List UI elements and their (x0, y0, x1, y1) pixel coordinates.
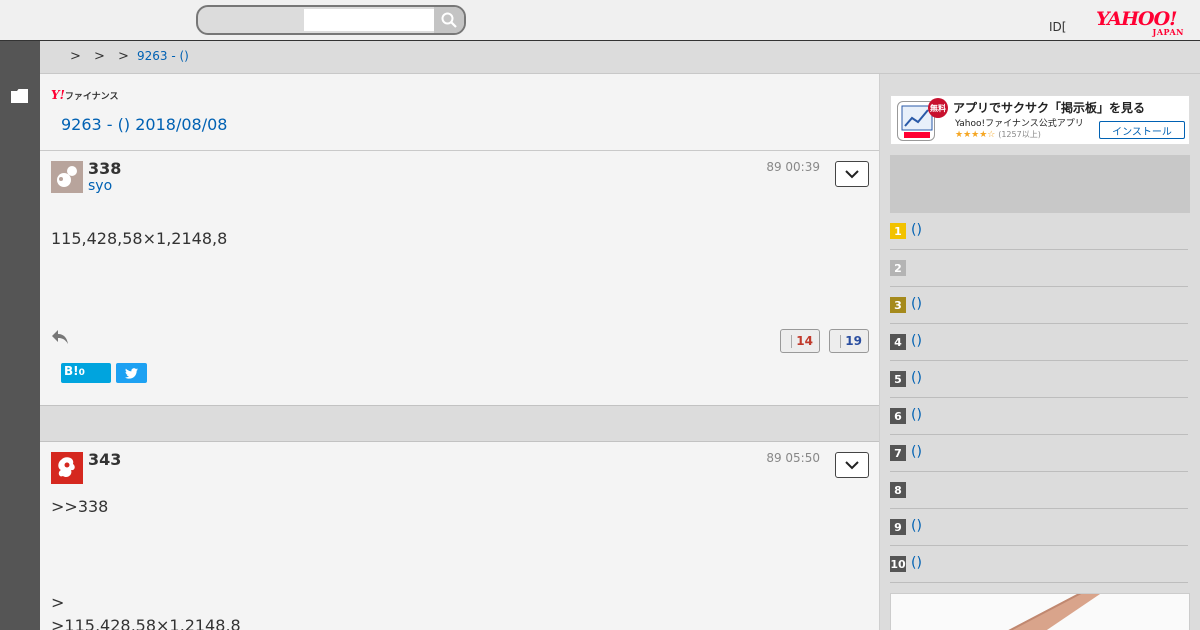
ranking-item[interactable]: 2 (890, 250, 1188, 287)
ranking-item[interactable]: 10 () (890, 546, 1188, 583)
finance-logo-text: ファイナンス (64, 92, 119, 102)
search-icon (441, 12, 457, 28)
search-input[interactable] (304, 9, 434, 31)
post-menu-button[interactable] (835, 161, 869, 187)
like-count: 14 (796, 334, 813, 348)
ranking-number-badge: 10 (890, 556, 906, 572)
app-banner-title: アプリでサクサク「掲示板」を見る (953, 101, 1146, 115)
divider (40, 150, 879, 151)
board-title[interactable]: 9263 - () 2018/08/08 (61, 115, 227, 134)
post-separator (40, 405, 879, 442)
ranking-item[interactable]: 6 () (890, 398, 1188, 435)
ranking-number-badge: 6 (890, 408, 906, 424)
search-button[interactable] (434, 7, 464, 33)
ad-image[interactable] (890, 593, 1190, 630)
ranking-number-badge: 2 (890, 260, 906, 276)
search-box (196, 5, 466, 35)
like-button[interactable]: 14 (780, 329, 820, 353)
ranking-label[interactable]: () (911, 407, 922, 423)
ranking-number-badge: 9 (890, 519, 906, 535)
post-body: 115,428,58×1,2148,8 (51, 229, 228, 248)
post-timestamp: 89 05:50 (766, 451, 820, 465)
ranking-number-badge: 7 (890, 445, 906, 461)
ranking-list: 1 () 2 3 () 4 () 5 () 6 () 7 () 8 9 () 10 () (890, 213, 1188, 583)
tweet-button[interactable] (116, 363, 147, 383)
post-menu-button[interactable] (835, 452, 869, 478)
ranking-item[interactable]: 7 () (890, 435, 1188, 472)
finance-logo[interactable]: Y!ファイナンス (51, 88, 118, 102)
breadcrumb-separator: > (70, 49, 81, 64)
post-number: 343 (88, 450, 122, 469)
breadcrumb-current[interactable]: 9263 - () (137, 49, 189, 63)
quote-marker: > (51, 593, 65, 612)
post-timestamp: 89 00:39 (766, 160, 820, 174)
hatena-count: 0 (78, 368, 85, 378)
main-content: Y!ファイナンス 9263 - () 2018/08/08 338 syo 89… (40, 74, 880, 630)
install-button[interactable]: インストール (1099, 121, 1185, 139)
ranking-number-badge: 3 (890, 297, 906, 313)
ranking-number-badge: 4 (890, 334, 906, 350)
ranking-label[interactable]: () (911, 333, 922, 349)
breadcrumb-separator: > (94, 49, 105, 64)
app-promo-banner[interactable]: 無料 アプリでサクサク「掲示板」を見る Yahoo!ファイナンス公式アプリ ★★… (890, 95, 1190, 145)
ranking-item[interactable]: 1 () (890, 213, 1188, 250)
breadcrumb-separator: > (118, 49, 129, 64)
ranking-label[interactable]: () (911, 518, 922, 534)
logo-sub-text: JAPAN (1152, 27, 1184, 37)
ranking-number-badge: 5 (890, 371, 906, 387)
hatena-label: B! (64, 364, 79, 378)
finance-logo-mark: Y! (51, 88, 65, 102)
post-username[interactable]: syo (88, 178, 112, 194)
ranking-label[interactable]: () (911, 370, 922, 386)
chevron-down-icon (845, 460, 859, 469)
yahoo-japan-logo[interactable]: YAHOO! JAPAN (1096, 10, 1188, 38)
top-header: ID[ YAHOO! JAPAN (0, 0, 1200, 41)
ranking-label[interactable]: () (911, 296, 922, 312)
twitter-icon (125, 367, 138, 379)
post-body[interactable]: >>338 (51, 497, 108, 516)
post-number: 338 (88, 159, 122, 178)
folder-icon[interactable] (11, 89, 28, 103)
ranking-label[interactable]: () (911, 444, 922, 460)
dislike-button[interactable]: 19 (829, 329, 869, 353)
left-rail (0, 41, 40, 630)
free-badge: 無料 (928, 98, 948, 118)
arm-image (1008, 594, 1101, 630)
star-rating-icon: ★★★★☆ (955, 130, 996, 140)
ranking-number-badge: 1 (890, 223, 906, 239)
ranking-number-badge: 8 (890, 482, 906, 498)
review-count: (1257以上) (998, 130, 1041, 139)
ranking-item[interactable]: 4 () (890, 324, 1188, 361)
app-banner-subtitle: Yahoo!ファイナンス公式アプリ (955, 119, 1084, 129)
hatena-bookmark-button[interactable]: B!0 (61, 363, 111, 383)
app-rating: ★★★★☆ (1257以上) (955, 129, 1041, 140)
breadcrumb: > > > 9263 - () (40, 41, 1200, 74)
ranking-label[interactable]: () (911, 222, 922, 238)
ranking-item[interactable]: 5 () (890, 361, 1188, 398)
ad-placeholder (890, 155, 1190, 213)
ranking-item[interactable]: 9 () (890, 509, 1188, 546)
chevron-down-icon (845, 169, 859, 178)
login-id-link[interactable]: ID[ (1049, 20, 1066, 34)
dislike-count: 19 (845, 334, 862, 348)
ranking-label[interactable]: () (911, 555, 922, 571)
avatar (51, 161, 83, 193)
ranking-item[interactable]: 3 () (890, 287, 1188, 324)
avatar (51, 452, 83, 484)
right-sidebar: 無料 アプリでサクサク「掲示板」を見る Yahoo!ファイナンス公式アプリ ★★… (880, 74, 1200, 630)
reply-icon[interactable] (51, 329, 69, 345)
quote-text: >115,428,58×1,2148,8 (51, 616, 241, 630)
ranking-item[interactable]: 8 (890, 472, 1188, 509)
